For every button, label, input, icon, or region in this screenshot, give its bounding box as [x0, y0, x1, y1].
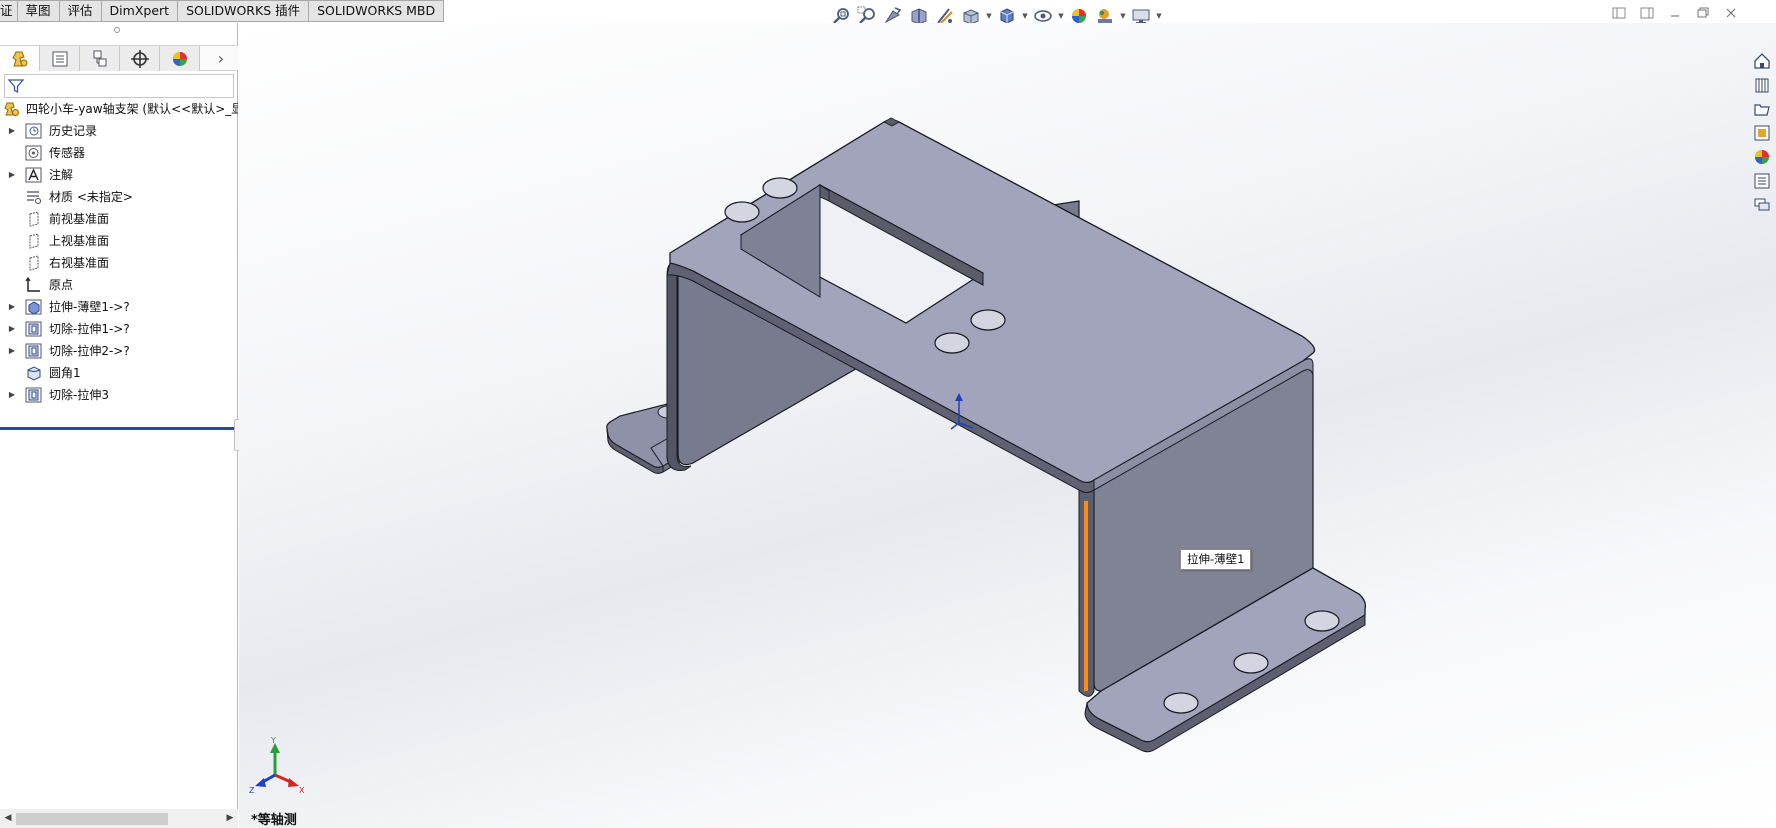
filter-input[interactable]	[27, 77, 227, 95]
expand-arrow-icon[interactable]: ▶	[7, 120, 17, 142]
flange-hole-3[interactable]	[1163, 692, 1199, 714]
tree-item-cut-extrude3[interactable]: ▶ 切除-拉伸3	[0, 384, 238, 406]
plane-icon	[29, 255, 39, 271]
horizontal-scrollbar[interactable]: ◀ ▶	[0, 809, 238, 828]
flange-hole-1[interactable]	[1304, 610, 1340, 632]
tab-solidworks-addins[interactable]: SOLIDWORKS 插件	[178, 0, 310, 22]
tab-sketch[interactable]: 草图	[17, 0, 60, 22]
window-controls	[1612, 6, 1738, 20]
plane-icon	[29, 233, 39, 249]
expand-arrow-icon[interactable]: ▶	[7, 296, 17, 318]
tile-right-icon[interactable]	[1640, 6, 1654, 20]
dimxpert-manager-icon	[130, 49, 149, 68]
file-explorer-icon[interactable]	[1750, 98, 1774, 120]
triad-z-label: Z	[249, 786, 255, 795]
sheet-metal-bracket-model[interactable]	[239, 23, 1776, 828]
tree-item-origin[interactable]: 原点	[0, 274, 238, 296]
expand-arrow-icon[interactable]: ▶	[7, 340, 17, 362]
manager-tabs: ›	[0, 45, 238, 71]
tree-item-front-plane[interactable]: 前视基准面	[0, 208, 238, 230]
tab-dimxpert[interactable]: DimXpert	[101, 0, 179, 22]
annotation-icon	[25, 167, 42, 183]
solidworks-resources-icon[interactable]	[1750, 50, 1774, 72]
tree-item-cut-extrude1[interactable]: ▶ 切除-拉伸1->?	[0, 318, 238, 340]
part-icon	[4, 102, 19, 116]
close-icon[interactable]	[1724, 6, 1738, 20]
minimize-icon[interactable]	[1668, 6, 1682, 20]
plane-icon	[29, 211, 39, 227]
triad-y-label: Y	[270, 736, 276, 745]
top-hole-4[interactable]	[934, 332, 970, 354]
tree-item-material[interactable]: 材质 <未指定>	[0, 186, 238, 208]
tab-dimxpert-manager[interactable]	[120, 46, 160, 71]
tree-item-extrude-thin1[interactable]: ▶ 拉伸-薄壁1->?	[0, 296, 238, 318]
tree-root-label: 四轮小车-yaw轴支架 (默认<<默认>_显	[26, 102, 238, 116]
expand-arrow-icon[interactable]: ▶	[7, 318, 17, 340]
tree-item-history[interactable]: ▶ 历史记录	[0, 120, 238, 142]
view-orientation-name: *等轴测	[251, 813, 297, 828]
feature-manager-icon	[11, 51, 27, 66]
tab-evaluate[interactable]: 评估	[59, 0, 102, 22]
material-icon	[27, 191, 41, 204]
feature-tree: 四轮小车-yaw轴支架 (默认<<默认>_显 ▶ 历史记录 传感器 ▶ 注解 材…	[0, 98, 238, 406]
task-pane-tabs	[1750, 50, 1776, 220]
tree-item-annotations[interactable]: ▶ 注解	[0, 164, 238, 186]
feature-filter	[4, 74, 234, 98]
property-manager-icon	[52, 51, 67, 66]
design-library-icon[interactable]	[1750, 74, 1774, 96]
feature-manager-panel: › 四轮小车-yaw轴支架 (默认<<默认>_显 ▶ 历史记录 传感器 ▶ 注解…	[0, 23, 244, 828]
tab-features[interactable]: 证	[0, 0, 18, 22]
command-manager-tabs: 证 草图 评估 DimXpert SOLIDWORKS 插件 SOLIDWORK…	[0, 0, 445, 22]
scroll-left-icon[interactable]: ◀	[0, 809, 16, 828]
triad-x-label: X	[299, 786, 305, 795]
configuration-manager-icon	[93, 50, 106, 66]
sensor-icon	[25, 145, 42, 161]
tab-solidworks-mbd[interactable]: SOLIDWORKS MBD	[309, 0, 445, 22]
command-manager: 证 草图 评估 DimXpert SOLIDWORKS 插件 SOLIDWORK…	[0, 0, 1776, 25]
view-palette-icon[interactable]	[1750, 122, 1774, 144]
appearances-scenes-icon[interactable]	[1750, 146, 1774, 168]
cut-extrude-icon	[25, 387, 42, 403]
filter-icon[interactable]	[7, 77, 25, 95]
tree-item-top-plane[interactable]: 上视基准面	[0, 230, 238, 252]
custom-properties-icon[interactable]	[1750, 170, 1774, 192]
more-tabs-chevron-icon[interactable]: ›	[204, 46, 238, 71]
graphics-area[interactable]: 拉伸-薄壁1 Y X Z *等轴测	[239, 23, 1776, 828]
tab-display-manager[interactable]	[160, 46, 200, 71]
scroll-right-icon[interactable]: ▶	[222, 809, 238, 828]
display-manager-icon	[172, 51, 187, 66]
tab-feature-manager[interactable]	[0, 46, 40, 71]
scrollbar-thumb[interactable]	[16, 813, 168, 825]
tree-item-right-plane[interactable]: 右视基准面	[0, 252, 238, 274]
tree-root-part[interactable]: 四轮小车-yaw轴支架 (默认<<默认>_显	[0, 98, 238, 120]
top-hole-2[interactable]	[724, 201, 760, 223]
reference-triad[interactable]: Y X Z	[249, 735, 309, 795]
expand-arrow-icon[interactable]: ▶	[7, 384, 17, 406]
tree-item-sensors[interactable]: 传感器	[0, 142, 238, 164]
extrude-icon	[25, 299, 42, 315]
flange-hole-2[interactable]	[1233, 652, 1269, 674]
fillet-icon	[27, 366, 41, 381]
history-icon	[25, 123, 42, 139]
expand-arrow-icon[interactable]: ▶	[7, 164, 17, 186]
origin-icon	[25, 277, 40, 292]
feature-tooltip: 拉伸-薄壁1	[1180, 549, 1252, 570]
panel-splitter-handle[interactable]	[114, 27, 120, 33]
tree-item-cut-extrude2[interactable]: ▶ 切除-拉伸2->?	[0, 340, 238, 362]
top-hole-1[interactable]	[762, 177, 798, 199]
top-hole-3[interactable]	[970, 309, 1006, 331]
tree-item-fillet1[interactable]: 圆角1	[0, 362, 238, 384]
rollback-bar[interactable]	[0, 427, 238, 430]
tab-configuration-manager[interactable]	[80, 46, 120, 71]
restore-icon[interactable]	[1696, 6, 1710, 20]
cut-extrude-icon	[25, 321, 42, 337]
cut-extrude-icon	[25, 343, 42, 359]
tile-left-icon[interactable]	[1612, 6, 1626, 20]
forum-icon[interactable]	[1750, 194, 1774, 216]
tab-property-manager[interactable]	[40, 46, 80, 71]
